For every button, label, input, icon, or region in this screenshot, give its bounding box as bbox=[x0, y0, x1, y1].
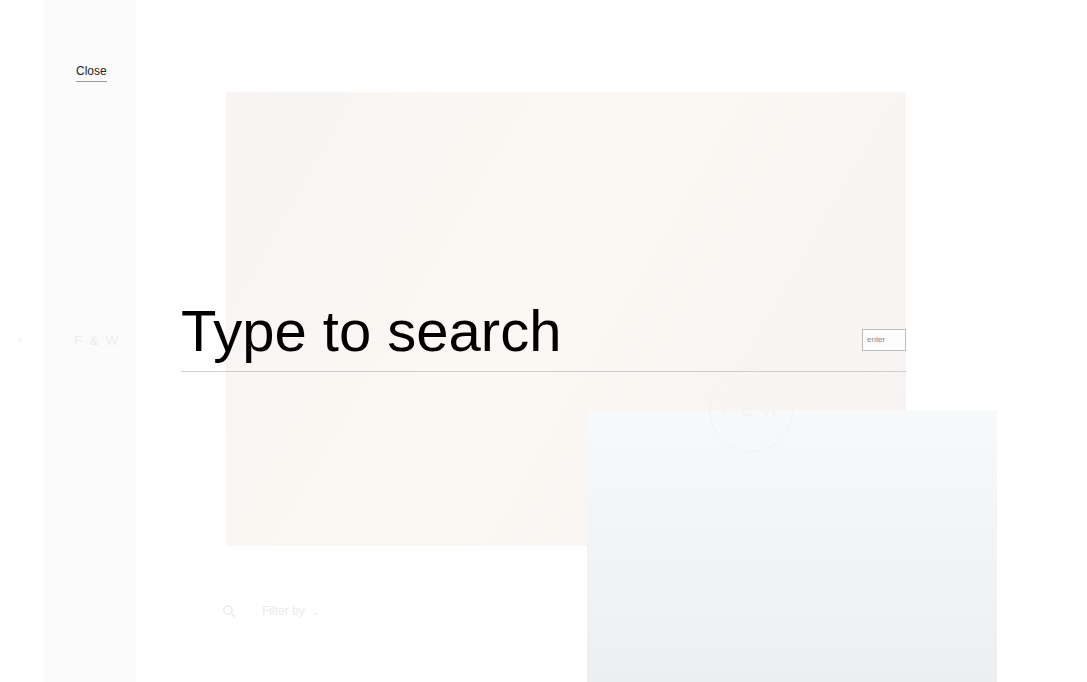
search-input[interactable] bbox=[181, 296, 851, 366]
search-field: enter bbox=[181, 290, 906, 372]
enter-button[interactable]: enter bbox=[862, 329, 906, 351]
close-link[interactable]: Close bbox=[76, 62, 107, 82]
